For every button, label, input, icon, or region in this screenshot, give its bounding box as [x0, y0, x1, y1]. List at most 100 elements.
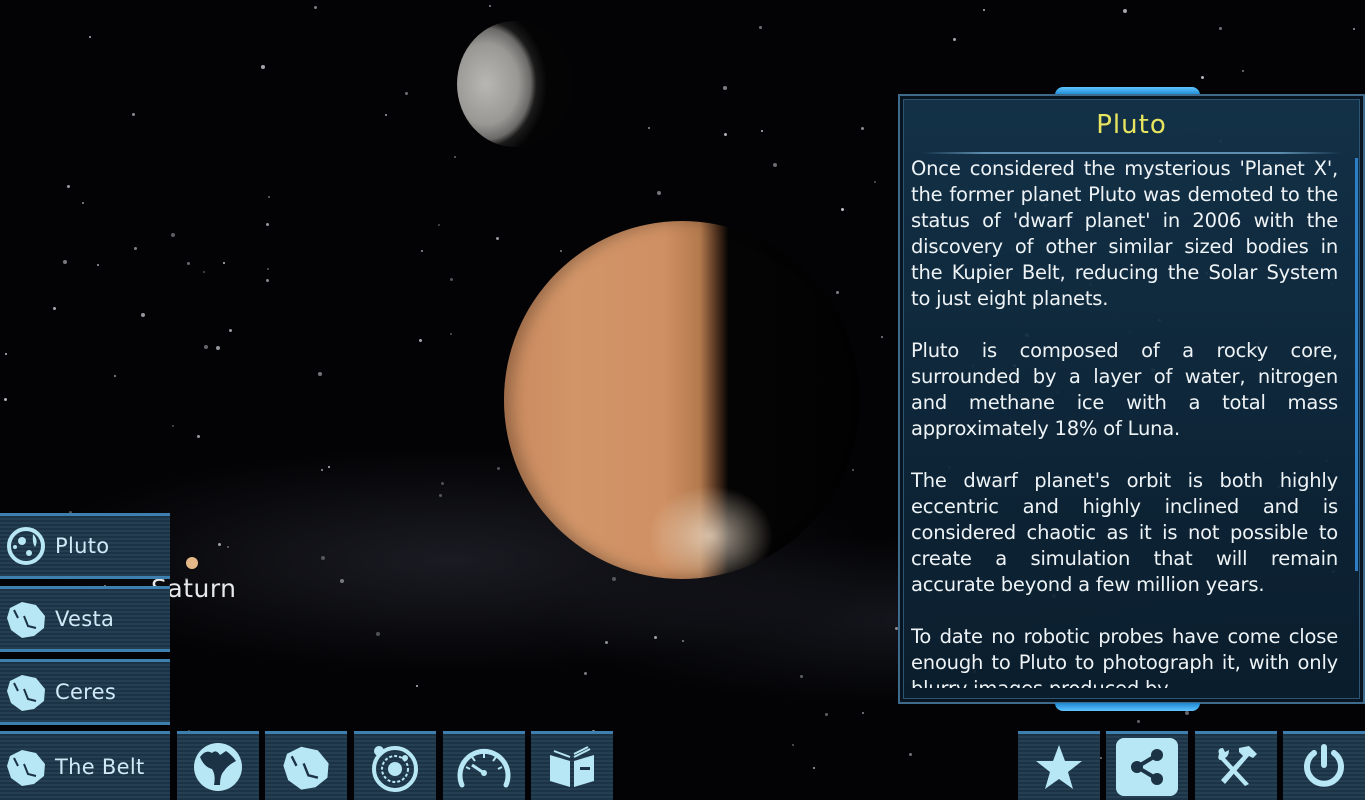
star — [385, 114, 387, 116]
planets-button[interactable] — [177, 731, 259, 800]
star — [584, 672, 587, 675]
saturn-marker[interactable] — [186, 557, 198, 569]
star — [881, 336, 883, 338]
globe-icon — [192, 741, 244, 793]
encyclopedia-button[interactable] — [531, 731, 613, 800]
power-button[interactable] — [1283, 731, 1365, 800]
paragraph: To date no robotic probes have come clos… — [911, 625, 1338, 688]
speed-button[interactable] — [443, 731, 525, 800]
star — [489, 5, 491, 7]
star — [318, 372, 322, 376]
speedometer-icon — [456, 745, 512, 789]
settings-button[interactable] — [1195, 731, 1277, 800]
star — [497, 467, 500, 470]
star — [82, 202, 84, 204]
sidebar-item-vesta[interactable]: Vesta — [0, 586, 170, 652]
star — [909, 753, 912, 756]
star — [792, 744, 794, 746]
star — [1185, 711, 1189, 715]
star — [723, 86, 727, 90]
paragraph: Once considered the mysterious 'Planet X… — [911, 157, 1338, 310]
star — [560, 250, 562, 252]
star — [223, 262, 225, 264]
star — [1219, 27, 1222, 30]
sidebar-item-pluto[interactable]: Pluto — [0, 513, 170, 579]
star — [314, 6, 317, 9]
star — [268, 196, 270, 198]
pluto-planet[interactable] — [504, 221, 860, 579]
asteroid-icon — [3, 669, 49, 715]
asteroids-button[interactable] — [265, 731, 347, 800]
star — [4, 398, 7, 401]
star — [97, 264, 99, 266]
sidebar-item-ceres[interactable]: Ceres — [0, 659, 170, 725]
star — [171, 233, 175, 237]
asteroid-icon — [3, 596, 49, 642]
star — [89, 36, 91, 38]
star — [216, 346, 220, 350]
star — [773, 163, 777, 167]
title-divider — [922, 152, 1341, 154]
power-icon — [1301, 743, 1347, 791]
star — [53, 307, 56, 310]
favorite-button[interactable] — [1018, 731, 1100, 800]
star — [761, 130, 763, 132]
star — [134, 247, 137, 250]
scrollbar[interactable] — [1355, 158, 1358, 688]
star — [203, 271, 205, 273]
panel-title: Pluto — [1096, 110, 1167, 140]
star — [421, 250, 423, 252]
star — [862, 712, 864, 714]
star — [67, 185, 70, 188]
star — [141, 313, 145, 317]
star — [114, 375, 116, 377]
star — [261, 65, 265, 69]
star-icon — [1034, 743, 1084, 791]
asteroid-icon — [3, 744, 49, 790]
star — [654, 636, 657, 639]
star — [841, 208, 844, 211]
scrollbar-thumb[interactable] — [1355, 158, 1358, 572]
star — [63, 260, 67, 264]
star — [605, 641, 608, 644]
star — [813, 767, 815, 769]
star — [227, 546, 229, 548]
sidebar-item-the-belt[interactable]: The Belt — [0, 731, 170, 800]
star — [1353, 28, 1355, 30]
star — [405, 92, 408, 95]
star — [953, 38, 956, 41]
star — [267, 268, 269, 270]
star — [266, 223, 269, 226]
star — [800, 675, 803, 678]
star — [983, 9, 985, 11]
star — [1242, 70, 1244, 72]
dwarf-planet-icon — [3, 523, 49, 569]
paragraph: Pluto is composed of a rocky core, surro… — [911, 339, 1338, 440]
star — [836, 291, 839, 294]
star — [1123, 9, 1127, 13]
moon[interactable] — [457, 21, 573, 147]
star — [1100, 757, 1102, 759]
star — [682, 640, 684, 642]
star — [419, 339, 422, 342]
star — [450, 333, 452, 335]
orbits-button[interactable] — [354, 731, 436, 800]
orbit-icon — [369, 741, 421, 793]
star — [496, 237, 499, 240]
star — [861, 127, 864, 130]
star — [376, 632, 380, 636]
star — [5, 353, 7, 355]
description-text[interactable]: Once considered the mysterious 'Planet X… — [911, 156, 1338, 688]
star — [450, 278, 453, 281]
star — [657, 191, 661, 195]
star — [321, 556, 325, 560]
star — [132, 113, 135, 116]
star — [266, 279, 269, 282]
star — [648, 127, 650, 129]
star — [340, 579, 344, 583]
star — [825, 713, 828, 716]
star — [441, 482, 444, 485]
share-button[interactable] — [1106, 731, 1188, 800]
star — [229, 329, 232, 332]
star — [187, 262, 190, 265]
